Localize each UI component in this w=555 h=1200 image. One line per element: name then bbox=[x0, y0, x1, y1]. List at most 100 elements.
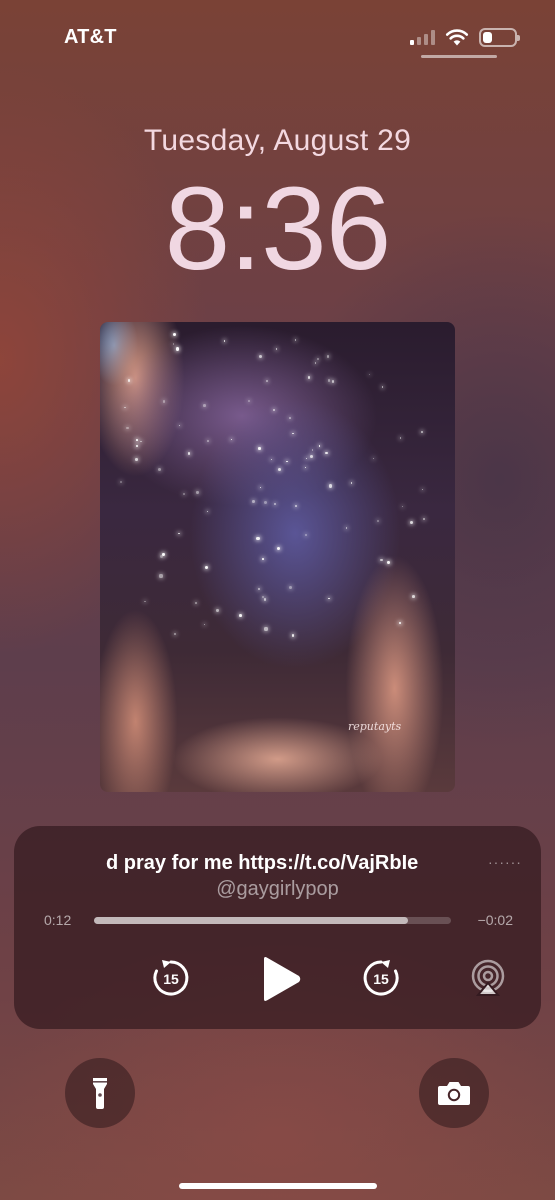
artwork-sparkle bbox=[178, 424, 180, 426]
airplay-button[interactable] bbox=[466, 956, 510, 1000]
artwork-sparkle bbox=[205, 566, 209, 570]
artwork-sparkle bbox=[318, 445, 321, 447]
artwork-sparkle bbox=[252, 500, 255, 503]
artwork-sparkle bbox=[295, 505, 297, 507]
artwork-sparkle bbox=[175, 347, 179, 351]
artwork-sparkle bbox=[305, 457, 308, 460]
airplay-icon bbox=[471, 959, 505, 996]
artwork-sparkle bbox=[159, 574, 163, 578]
artwork-sparkle bbox=[258, 447, 261, 450]
artwork-caption: reputayts bbox=[348, 720, 402, 733]
artwork-sparkle bbox=[420, 431, 423, 434]
artwork-sparkle bbox=[422, 489, 424, 491]
artwork-sparkle bbox=[328, 484, 332, 488]
artwork-sparkle bbox=[328, 597, 330, 600]
artwork-sparkle bbox=[195, 602, 198, 605]
artwork-sparkle bbox=[399, 437, 402, 439]
artwork-sparkle bbox=[247, 400, 250, 403]
artwork-sparkle bbox=[265, 379, 268, 383]
artwork-sparkle bbox=[261, 595, 264, 599]
artwork-sparkle bbox=[187, 452, 191, 455]
artwork-sparkle bbox=[275, 347, 278, 350]
artwork-sparkle bbox=[162, 553, 165, 556]
artwork-sparkle bbox=[207, 510, 209, 513]
artwork-sparkle bbox=[381, 386, 384, 389]
scrubber-fill bbox=[94, 917, 409, 924]
artwork-sparkle bbox=[409, 521, 413, 525]
artwork-sparkle bbox=[135, 457, 138, 461]
flashlight-icon bbox=[93, 1078, 107, 1109]
camera-icon bbox=[438, 1082, 470, 1105]
remaining-time: −0:02 bbox=[477, 912, 513, 928]
now-playing-widget[interactable]: d pray for me https://t.co/VajRbIe ·····… bbox=[14, 826, 541, 1029]
artwork-sparkle bbox=[372, 457, 375, 460]
play-button[interactable] bbox=[256, 954, 306, 1004]
artwork-sparkle bbox=[173, 633, 176, 636]
skip-forward-label: 15 bbox=[373, 971, 389, 987]
artwork-sparkle bbox=[177, 532, 180, 535]
artwork-sparkle bbox=[136, 444, 139, 447]
artwork-sparkle bbox=[224, 340, 226, 342]
artwork-sparkle bbox=[331, 380, 335, 383]
artwork-sparkle bbox=[309, 454, 313, 458]
artwork-sparkle bbox=[272, 408, 275, 411]
cellular-signal-icon bbox=[410, 29, 435, 45]
artwork-sparkle bbox=[173, 343, 175, 345]
artwork-sparkle bbox=[304, 533, 307, 537]
artwork-sparkle bbox=[312, 449, 314, 451]
artwork-sparkle bbox=[144, 601, 146, 603]
artwork-sparkle bbox=[369, 373, 371, 376]
flashlight-button[interactable] bbox=[65, 1058, 135, 1128]
artwork-sparkle bbox=[376, 519, 379, 522]
control-center-indicator[interactable] bbox=[421, 55, 497, 58]
artwork-sparkle bbox=[126, 426, 129, 430]
artwork-sparkle bbox=[216, 609, 219, 612]
skip-forward-15-icon: 15 bbox=[363, 960, 399, 996]
album-artwork[interactable]: reputayts bbox=[100, 322, 455, 792]
artwork-sparkle bbox=[136, 439, 138, 442]
artwork-sparkle bbox=[230, 438, 232, 441]
artwork-sparkle bbox=[262, 557, 265, 560]
artwork-sparkle bbox=[316, 358, 319, 361]
artwork-sparkle bbox=[258, 355, 263, 359]
skip-back-label: 15 bbox=[163, 971, 179, 987]
track-artist[interactable]: @gaygirlypop bbox=[14, 878, 541, 901]
title-overflow-dots: ······ bbox=[488, 854, 522, 870]
artwork-sparkle bbox=[304, 466, 306, 468]
artwork-sparkle bbox=[258, 588, 261, 591]
skip-back-15-button[interactable]: 15 bbox=[149, 956, 193, 1000]
playback-scrubber[interactable] bbox=[94, 917, 451, 924]
artwork-sparkle bbox=[294, 339, 297, 342]
play-icon bbox=[264, 957, 301, 1001]
skip-forward-15-button[interactable]: 15 bbox=[359, 956, 403, 1000]
artwork-sparkle bbox=[422, 518, 425, 520]
track-title[interactable]: d pray for me https://t.co/VajRbIe bbox=[106, 852, 476, 875]
artwork-sparkle bbox=[270, 458, 272, 460]
lock-screen-date: Tuesday, August 29 bbox=[143, 124, 412, 157]
artwork-sparkle bbox=[204, 624, 206, 626]
artwork-sparkle bbox=[140, 440, 142, 443]
artwork-sparkle bbox=[286, 460, 288, 463]
lock-screen-time: 8:36 bbox=[164, 163, 392, 295]
skip-back-15-icon: 15 bbox=[153, 960, 189, 996]
artwork-sparkle bbox=[350, 482, 353, 484]
artwork-sparkle bbox=[289, 585, 293, 589]
artwork-sparkle bbox=[315, 362, 317, 364]
artwork-sparkle bbox=[183, 493, 185, 495]
artwork-sparkle bbox=[120, 480, 123, 483]
artwork-sparkle bbox=[124, 406, 126, 409]
artwork-sparkle bbox=[276, 546, 280, 550]
artwork-sparkle bbox=[325, 451, 329, 455]
artwork-sparkle bbox=[206, 439, 209, 442]
status-icons bbox=[410, 26, 520, 48]
artwork-sparkle bbox=[256, 536, 260, 541]
artwork-sparkle bbox=[239, 613, 242, 617]
artwork-sparkle bbox=[259, 486, 261, 488]
wifi-icon bbox=[445, 29, 469, 46]
artwork-sparkle bbox=[399, 621, 402, 624]
home-indicator[interactable] bbox=[179, 1183, 377, 1189]
battery-level bbox=[483, 31, 492, 43]
artwork-sparkle bbox=[387, 561, 390, 564]
camera-button[interactable] bbox=[419, 1058, 489, 1128]
battery-icon bbox=[479, 27, 520, 47]
